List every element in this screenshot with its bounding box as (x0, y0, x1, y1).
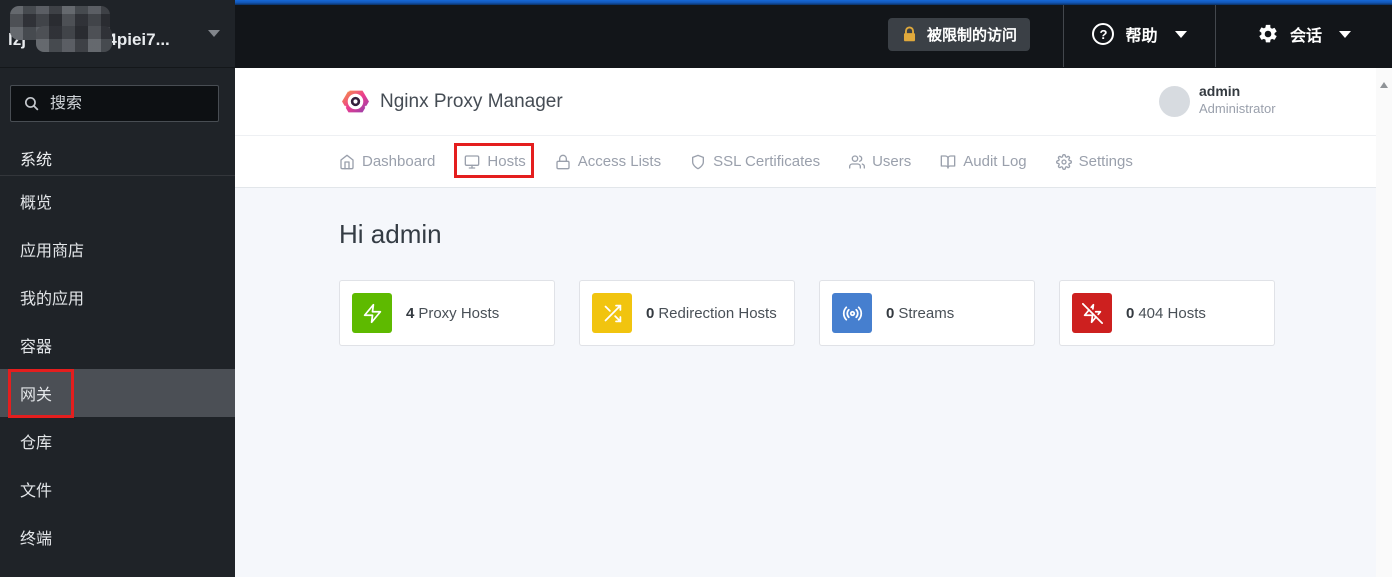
screen: 被限制的访问 ? 帮助 会话 lzj 44piei7... (0, 0, 1392, 577)
stat-label: Redirection Hosts (658, 304, 777, 322)
sidebar-item-gateway[interactable]: 网关 (0, 369, 235, 418)
tab-label: Settings (1078, 153, 1133, 170)
gear-icon (1055, 153, 1072, 170)
tab-label: Users (872, 153, 912, 170)
stat-label: 404 Hosts (1138, 304, 1206, 322)
tab-label: Access Lists (577, 153, 662, 170)
stat-value: 4 (406, 304, 415, 322)
stat-cards: 4 Proxy Hosts 0 Redirection Hosts 0 Stre… (339, 280, 1275, 346)
app-nav: Dashboard Hosts Access Lists SSL Certifi… (235, 136, 1376, 188)
stat-value: 0 (886, 304, 895, 322)
user-menu[interactable]: admin Administrator (1199, 83, 1276, 117)
device-menu[interactable]: lzj 44piei7... (0, 0, 235, 68)
stat-card-streams[interactable]: 0 Streams (819, 280, 1035, 346)
top-system-bar: 被限制的访问 ? 帮助 会话 (235, 0, 1392, 68)
chevron-down-icon (1339, 30, 1351, 38)
tab-access-lists[interactable]: Access Lists (555, 153, 661, 170)
stat-value: 0 (646, 304, 655, 322)
tab-dashboard[interactable]: Dashboard (339, 153, 435, 170)
sidebar-item-terminal[interactable]: 终端 (0, 513, 235, 561)
help-label: 帮助 (1125, 28, 1158, 45)
monitor-icon (465, 154, 480, 169)
stat-label: Streams (898, 304, 955, 322)
chevron-down-icon (208, 30, 220, 37)
sidebar-item-files[interactable]: 文件 (0, 465, 235, 513)
app-header: Nginx Proxy Manager admin Administrator (235, 68, 1376, 136)
sidebar-item-overview[interactable]: 概览 (0, 177, 235, 225)
tab-label: Audit Log (963, 153, 1027, 170)
censor-blur (36, 26, 112, 52)
gear-icon (1259, 24, 1277, 43)
lock-icon (903, 26, 916, 41)
help-icon: ? (1092, 23, 1115, 45)
stat-label: Proxy Hosts (418, 304, 500, 322)
sidebar: lzj 44piei7... 系统 概览 应用商店 我的应用 容器 网关 仓库 (0, 0, 235, 577)
chevron-down-icon (1174, 30, 1187, 38)
user-name: admin (1199, 83, 1241, 99)
shield-icon (692, 154, 705, 169)
page-title: Hi admin (339, 219, 442, 249)
help-menu[interactable]: ? 帮助 (1064, 0, 1215, 68)
sidebar-section-system: 系统 (20, 152, 53, 169)
sidebar-item-my-apps[interactable]: 我的应用 (0, 273, 235, 321)
tab-hosts[interactable]: Hosts (454, 143, 534, 178)
zap-off-icon (1072, 293, 1112, 333)
tab-users[interactable]: Users (849, 153, 911, 170)
session-menu[interactable]: 会话 (1216, 0, 1392, 68)
dashboard-content: Hi admin 4 Proxy Hosts 0 Redirection Hos… (235, 189, 1376, 577)
book-icon (940, 154, 956, 169)
lock-icon (556, 154, 570, 169)
restricted-access-label: 被限制的访问 (926, 26, 1017, 44)
tab-label: Dashboard (362, 153, 436, 170)
users-icon (849, 154, 866, 169)
restricted-access-badge[interactable]: 被限制的访问 (887, 17, 1030, 51)
tab-label: Hosts (487, 153, 526, 170)
npm-logo (342, 89, 369, 113)
zap-icon (352, 293, 392, 333)
stat-card-redirection-hosts[interactable]: 0 Redirection Hosts (579, 280, 795, 346)
sidebar-item-containers[interactable]: 容器 (0, 321, 235, 369)
scrollbar[interactable] (1376, 68, 1392, 577)
stat-card-404-hosts[interactable]: 0 404 Hosts (1059, 280, 1275, 346)
session-label: 会话 (1289, 28, 1322, 45)
tab-settings[interactable]: Settings (1055, 153, 1133, 170)
shuffle-icon (592, 293, 632, 333)
tab-label: SSL Certificates (713, 153, 821, 170)
app-title: Nginx Proxy Manager (380, 91, 563, 112)
avatar[interactable] (1159, 86, 1190, 117)
tab-ssl-certificates[interactable]: SSL Certificates (690, 153, 820, 170)
sidebar-menu: 概览 应用商店 我的应用 容器 网关 仓库 文件 终端 (0, 177, 235, 561)
stat-value: 0 (1126, 304, 1135, 322)
scroll-up-arrow[interactable] (1380, 82, 1388, 88)
search-icon (24, 96, 39, 111)
user-role: Administrator (1199, 100, 1276, 116)
radio-icon (832, 293, 872, 333)
home-icon (340, 154, 354, 169)
sidebar-search[interactable] (10, 85, 219, 122)
tab-audit-log[interactable]: Audit Log (940, 153, 1027, 170)
search-input[interactable] (50, 94, 200, 113)
stat-card-proxy-hosts[interactable]: 4 Proxy Hosts (339, 280, 555, 346)
sidebar-item-repository[interactable]: 仓库 (0, 417, 235, 465)
sidebar-item-app-store[interactable]: 应用商店 (0, 225, 235, 273)
sidebar-divider (0, 175, 235, 176)
